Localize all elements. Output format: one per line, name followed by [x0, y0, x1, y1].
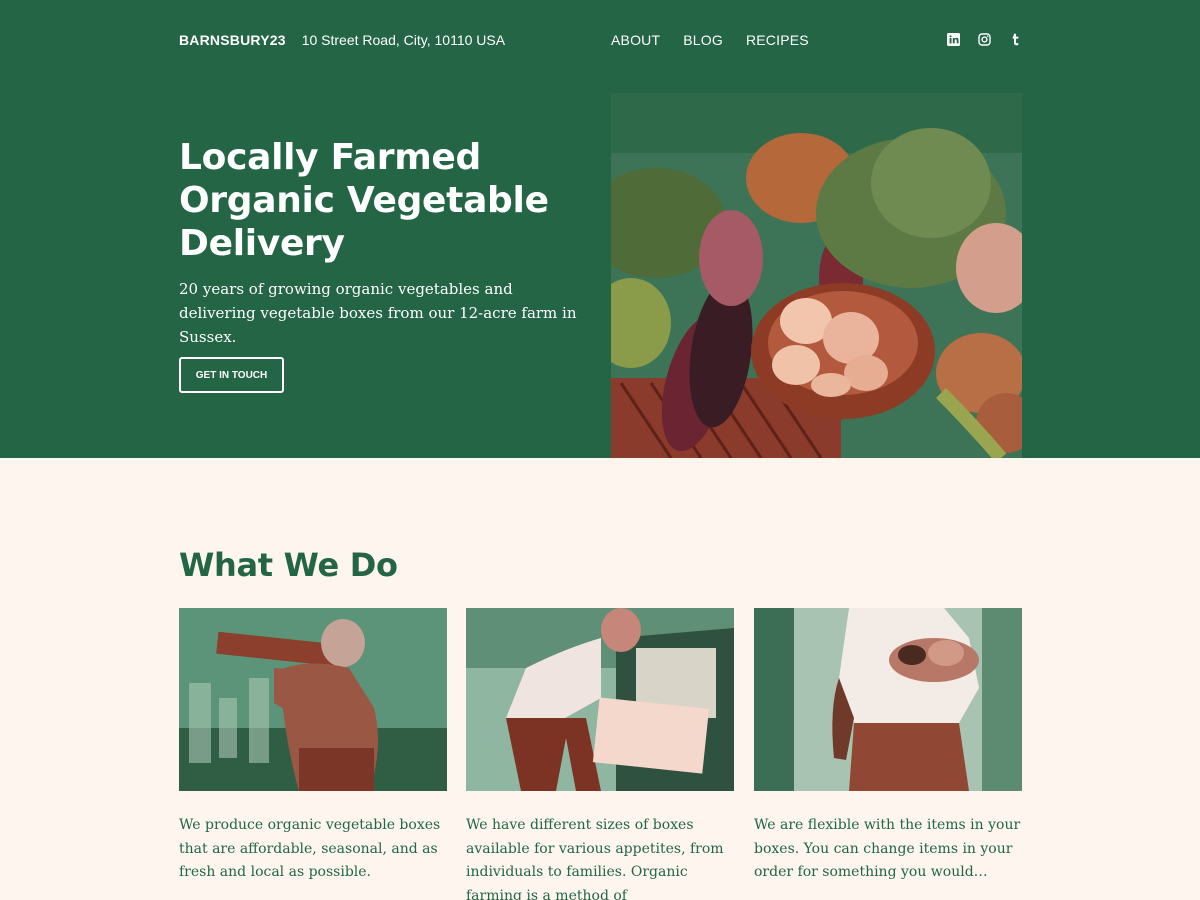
hero-vegetables-image [611, 93, 1022, 458]
menu-item-recipes[interactable]: RECIPES [746, 32, 809, 48]
instagram-icon[interactable] [978, 33, 991, 46]
hero-title: Locally Farmed Organic Vegetable Deliver… [179, 137, 549, 264]
card-text-affordable: We produce organic vegetable boxes that … [179, 817, 441, 880]
site-header: BARNSBURY23 10 Street Road, City, 10110 … [179, 0, 1022, 80]
card-image-loading-van [466, 608, 734, 791]
hero-section: BARNSBURY23 10 Street Road, City, 10110 … [0, 0, 1200, 458]
site-brand[interactable]: BARNSBURY23 [179, 32, 286, 48]
main-menu: ABOUT BLOG RECIPES [611, 32, 809, 48]
site-address: 10 Street Road, City, 10110 USA [301, 32, 506, 48]
card-text-flexible: We are flexible with the items in your b… [754, 817, 1021, 880]
hero-subtitle: 20 years of growing organic vegetables a… [179, 280, 577, 346]
menu-item-about[interactable]: ABOUT [611, 32, 660, 48]
card-image-holding-vegetables [754, 608, 1022, 791]
social-links [947, 33, 1022, 46]
card-image-carrying-box [179, 608, 447, 791]
card-text-box-sizes: We have different sizes of boxes availab… [466, 817, 724, 900]
tumblr-icon[interactable] [1009, 33, 1022, 46]
get-in-touch-button[interactable]: GET IN TOUCH [179, 357, 284, 393]
linkedin-icon[interactable] [947, 33, 960, 46]
what-we-do-title: What We Do [179, 546, 398, 584]
menu-item-blog[interactable]: BLOG [683, 32, 723, 48]
